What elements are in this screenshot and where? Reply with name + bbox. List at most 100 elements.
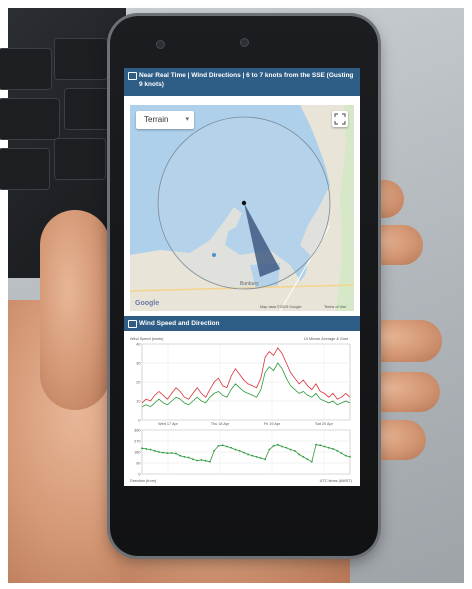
phone-screen: Near Real Time | Wind Directions | 6 to … bbox=[124, 68, 360, 486]
map-panel-header: Near Real Time | Wind Directions | 6 to … bbox=[124, 68, 360, 96]
direction-point bbox=[247, 453, 250, 456]
front-sensor bbox=[240, 38, 249, 47]
direction-point bbox=[196, 459, 199, 462]
direction-point bbox=[213, 449, 216, 452]
speed-chart-legend: 10 Minute Average & Gust bbox=[304, 337, 349, 341]
chevron-down-icon: ▾ bbox=[185, 116, 189, 123]
map-type-label: Terrain bbox=[144, 115, 169, 124]
speed-y-tick-label: 40 bbox=[136, 342, 140, 346]
direction-point bbox=[336, 449, 339, 452]
chart-panel-title: Wind Speed and Direction bbox=[139, 320, 220, 327]
photo-scene: Near Real Time | Wind Directions | 6 to … bbox=[0, 0, 472, 589]
direction-point bbox=[319, 444, 322, 447]
map-terms-link[interactable]: Terms of Use bbox=[324, 305, 346, 309]
wind-direction-map[interactable]: Terrain ▾ Bunbury Map data ©2019 Google … bbox=[130, 105, 354, 311]
direction-point bbox=[285, 446, 288, 449]
panel-toggle-icon[interactable] bbox=[128, 320, 137, 328]
station-marker[interactable] bbox=[241, 200, 247, 206]
direction-point bbox=[204, 459, 207, 462]
direction-point bbox=[179, 454, 182, 457]
direction-point bbox=[221, 444, 224, 447]
direction-point bbox=[170, 452, 173, 454]
x-tick-label: Sat 20 Apr bbox=[315, 422, 333, 426]
front-camera bbox=[156, 40, 165, 49]
hand-thumb bbox=[40, 210, 110, 410]
direction-point bbox=[200, 459, 203, 461]
speed-y-tick-label: 0 bbox=[138, 418, 140, 422]
direction-point bbox=[158, 451, 160, 453]
direction-point bbox=[340, 452, 343, 455]
direction-point bbox=[327, 446, 330, 449]
direction-point bbox=[289, 448, 292, 451]
map-type-dropdown[interactable]: Terrain ▾ bbox=[136, 111, 194, 129]
keyboard-key bbox=[64, 88, 116, 130]
speed-y-tick-label: 30 bbox=[136, 361, 140, 365]
direction-point bbox=[306, 458, 309, 461]
panel-toggle-icon[interactable] bbox=[128, 72, 137, 80]
direction-point bbox=[153, 449, 156, 452]
chart-time-note: UTC times (AWST) bbox=[320, 479, 353, 483]
map-data-credit: Map data ©2019 Google bbox=[260, 305, 302, 309]
direction-point bbox=[225, 445, 228, 448]
direction-point bbox=[242, 451, 245, 454]
speed-y-tick-label: 10 bbox=[136, 399, 140, 403]
direction-point bbox=[238, 449, 241, 452]
direction-point bbox=[302, 455, 305, 458]
direction-y-tick-label: 0 bbox=[138, 472, 140, 476]
direction-point bbox=[162, 451, 165, 454]
direction-y-tick-label: 270 bbox=[134, 439, 140, 443]
fullscreen-button[interactable] bbox=[332, 111, 348, 127]
wind-chart-area: Wind Speed (knots) 10 Minute Average & G… bbox=[128, 334, 356, 484]
map-town-label: Bunbury bbox=[240, 281, 259, 287]
direction-point bbox=[183, 455, 186, 458]
keyboard-key bbox=[54, 138, 106, 180]
direction-point bbox=[251, 454, 254, 457]
direction-point bbox=[272, 444, 275, 447]
keyboard-key bbox=[0, 48, 52, 90]
keyboard-key bbox=[0, 148, 50, 190]
x-tick-label: Wed 17 Apr bbox=[158, 422, 179, 426]
direction-point bbox=[264, 458, 267, 461]
direction-point bbox=[344, 454, 347, 457]
direction-point bbox=[259, 457, 262, 460]
map-panel-title: Near Real Time | Wind Directions | 6 to … bbox=[139, 72, 354, 88]
direction-point bbox=[209, 460, 211, 463]
direction-point bbox=[276, 443, 279, 446]
direction-point bbox=[310, 460, 313, 463]
fullscreen-icon bbox=[334, 113, 346, 125]
map-poi-marker[interactable] bbox=[212, 253, 216, 257]
google-logo: Google bbox=[135, 300, 160, 307]
direction-point bbox=[293, 449, 296, 452]
direction-point bbox=[175, 452, 177, 455]
direction-point bbox=[332, 448, 334, 450]
direction-point bbox=[149, 448, 152, 451]
direction-point bbox=[323, 445, 326, 448]
direction-point bbox=[268, 448, 271, 451]
speed-chart-grid: 0 10 20 30 40 Wed 17 Apr Thu 18 Apr Fri 19 Apr S… bbox=[136, 342, 351, 426]
direction-point bbox=[187, 456, 190, 459]
direction-point bbox=[255, 455, 258, 458]
direction-y-tick-label: 90 bbox=[136, 461, 140, 465]
direction-y-tick-label: 360 bbox=[134, 428, 140, 432]
direction-y-tick-label: 180 bbox=[134, 450, 140, 454]
direction-point bbox=[298, 453, 300, 456]
direction-point bbox=[315, 443, 317, 446]
direction-point bbox=[217, 444, 220, 447]
keyboard-key bbox=[54, 38, 108, 80]
chart-panel-header: Wind Speed and Direction bbox=[124, 316, 360, 331]
direction-point bbox=[141, 447, 143, 450]
speed-chart-label: Wind Speed (knots) bbox=[130, 337, 164, 341]
direction-point bbox=[230, 446, 233, 449]
x-tick-label: Fri 19 Apr bbox=[264, 422, 281, 426]
x-tick-label: Thu 18 Apr bbox=[211, 422, 230, 426]
direction-point bbox=[281, 445, 283, 448]
direction-point bbox=[234, 448, 237, 451]
speed-y-tick-label: 20 bbox=[136, 380, 140, 384]
direction-point bbox=[349, 455, 351, 458]
direction-point bbox=[145, 448, 148, 450]
direction-chart-label: Direction (from) bbox=[130, 479, 157, 483]
direction-chart-grid: 0 90 180 270 360 bbox=[134, 428, 351, 476]
wind-charts: Wind Speed (knots) 10 Minute Average & G… bbox=[130, 337, 353, 483]
keyboard-key bbox=[0, 98, 60, 140]
direction-point bbox=[166, 452, 169, 455]
